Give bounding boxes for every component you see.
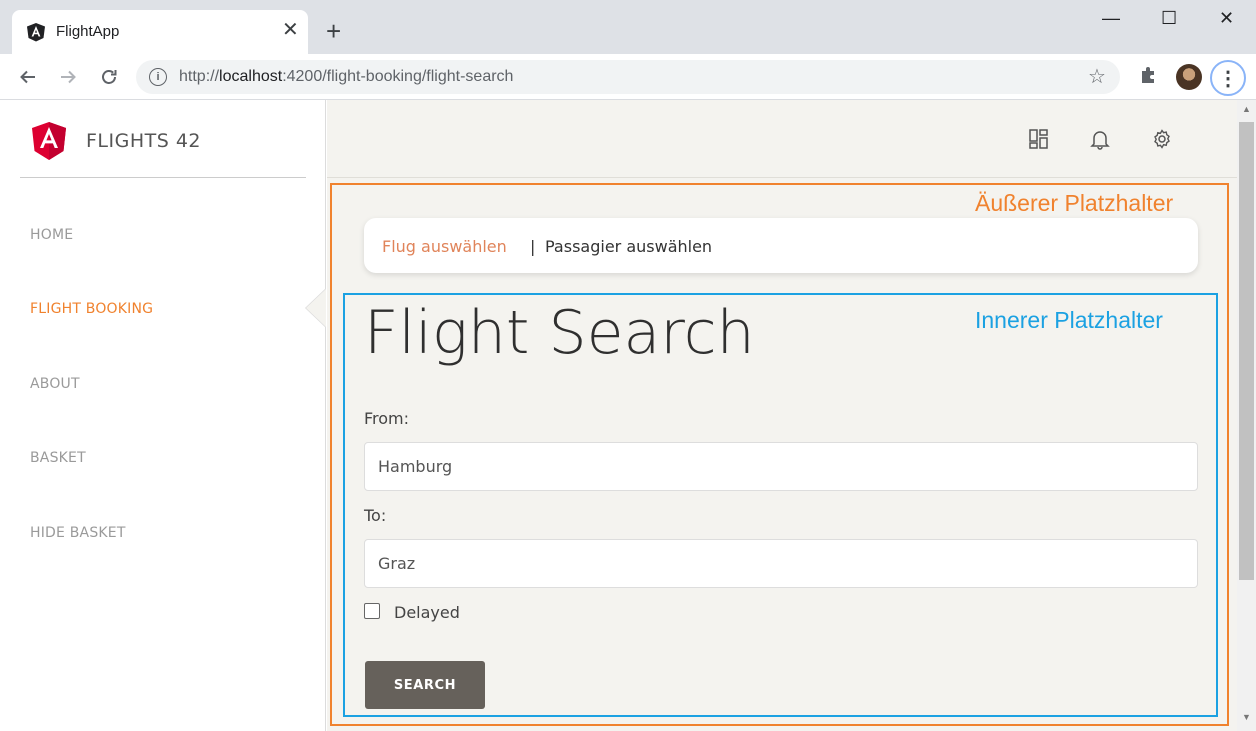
bell-icon[interactable]: [1089, 128, 1111, 150]
main-content: Äußerer Platzhalter Flug auswählen | Pas…: [327, 100, 1237, 731]
address-bar[interactable]: i http://localhost:4200/flight-booking/f…: [136, 60, 1120, 94]
forward-button[interactable]: [55, 64, 81, 90]
sidebar-item-about[interactable]: ABOUT: [30, 376, 80, 392]
breadcrumb-select-passenger[interactable]: Passagier auswählen: [545, 237, 712, 256]
tab-close-icon[interactable]: ✕: [282, 20, 299, 40]
browser-menu-button[interactable]: ⋮: [1210, 60, 1246, 96]
brand-title: FLIGHTS 42: [86, 130, 202, 152]
back-button[interactable]: [15, 64, 41, 90]
maximize-button[interactable]: ☐: [1161, 8, 1177, 29]
sidebar-item-basket[interactable]: BASKET: [30, 450, 86, 466]
breadcrumb: Flug auswählen | Passagier auswählen: [364, 218, 1198, 273]
tab-title: FlightApp: [56, 23, 120, 40]
url-text: http://localhost:4200/flight-booking/fli…: [179, 68, 514, 85]
search-button[interactable]: SEARCH: [365, 661, 485, 709]
sidebar-item-flight-booking[interactable]: FLIGHT BOOKING: [30, 301, 153, 317]
arrow-left-icon: [20, 70, 35, 84]
outer-placeholder-label: Äußerer Platzhalter: [975, 190, 1174, 216]
app-root: FLIGHTS 42 HOME FLIGHT BOOKING ABOUT BAS…: [0, 100, 1256, 731]
scroll-thumb[interactable]: [1239, 122, 1254, 580]
settings-icon[interactable]: [1151, 128, 1173, 150]
info-icon[interactable]: i: [149, 68, 167, 86]
breadcrumb-select-flight[interactable]: Flug auswählen: [382, 237, 507, 256]
angular-logo-icon: [32, 122, 66, 160]
top-navbar: [327, 100, 1237, 178]
from-input[interactable]: [364, 442, 1198, 491]
sidebar-item-hide-basket[interactable]: HIDE BASKET: [30, 525, 126, 541]
to-input[interactable]: [364, 539, 1198, 588]
browser-tab[interactable]: FlightApp ✕: [12, 10, 308, 54]
sidebar-divider: [20, 177, 306, 178]
to-label: To:: [364, 506, 387, 525]
scroll-up-icon[interactable]: ▲: [1242, 104, 1251, 114]
minimize-button[interactable]: —: [1102, 8, 1120, 29]
sidebar-item-home[interactable]: HOME: [30, 227, 73, 243]
angular-favicon-icon: [27, 23, 45, 42]
close-window-button[interactable]: ✕: [1219, 8, 1234, 29]
extensions-icon[interactable]: [1138, 64, 1160, 86]
browser-tab-bar: FlightApp ✕ + — ☐ ✕: [0, 0, 1256, 54]
breadcrumb-separator: |: [530, 237, 536, 256]
delayed-checkbox[interactable]: [364, 603, 380, 619]
arrow-right-icon: [61, 70, 76, 84]
sidebar: FLIGHTS 42 HOME FLIGHT BOOKING ABOUT BAS…: [0, 100, 326, 731]
star-icon[interactable]: ☆: [1088, 64, 1106, 89]
dashboard-icon[interactable]: [1028, 128, 1050, 150]
browser-toolbar: i http://localhost:4200/flight-booking/f…: [0, 54, 1256, 100]
scroll-down-icon[interactable]: ▼: [1242, 712, 1251, 722]
inner-placeholder-label: Innerer Platzhalter: [975, 307, 1163, 333]
page-title: Flight Search: [364, 298, 755, 368]
reload-button[interactable]: [96, 64, 122, 90]
reload-icon: [102, 70, 117, 84]
from-label: From:: [364, 409, 410, 428]
active-indicator: [306, 289, 326, 327]
page-scrollbar[interactable]: ▲ ▼: [1237, 100, 1256, 731]
profile-avatar[interactable]: [1176, 64, 1202, 90]
new-tab-button[interactable]: +: [326, 18, 341, 44]
delayed-label: Delayed: [394, 603, 460, 622]
